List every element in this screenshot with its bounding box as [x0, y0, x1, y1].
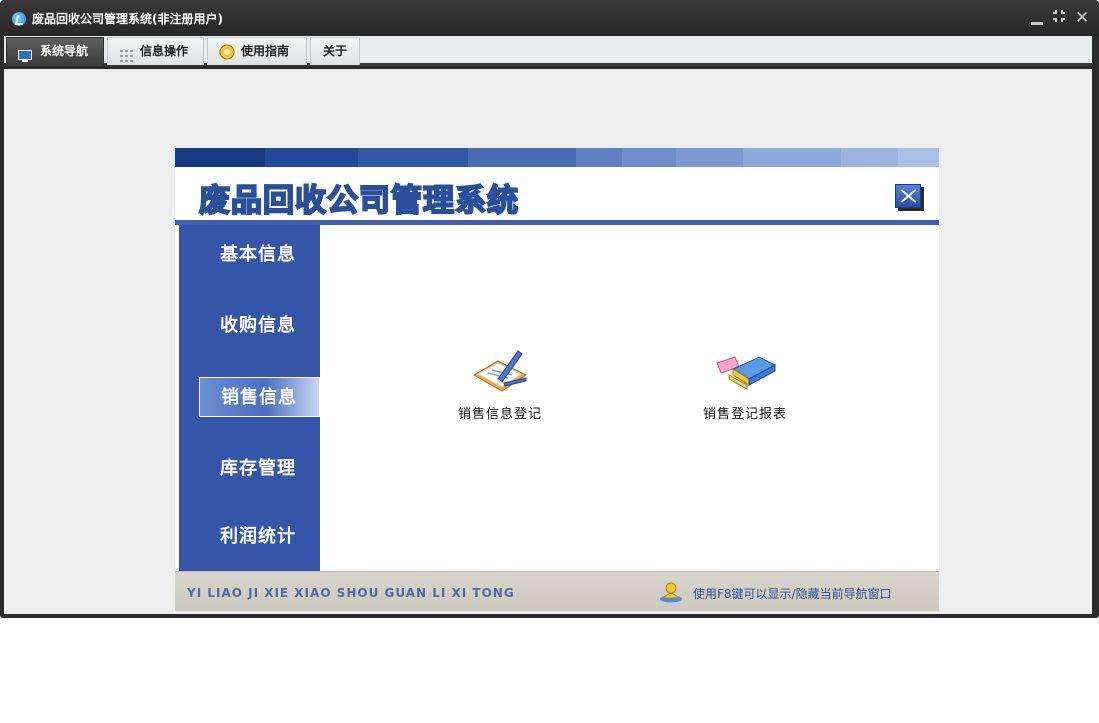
monitor-icon [18, 45, 32, 62]
tab-bar: 系统导航 信息操作 使用指南 关于 [4, 36, 1092, 66]
restore-icon[interactable] [1052, 8, 1068, 24]
user-icon [659, 581, 683, 603]
report-books-icon [713, 345, 777, 399]
sidebar-item-profit-stats[interactable]: 利润统计 [179, 517, 320, 557]
footer-hint-text: 使用F8键可以显示/隐藏当前导航窗口 [693, 587, 892, 601]
action-label: 销售登记报表 [702, 407, 787, 422]
tab-label: 使用指南 [241, 44, 290, 58]
navigation-panel: 废品回收公司管理系统 基本信息 收购信息 销售信息 库存管理 利润统计 销售信息… [175, 148, 939, 611]
close-icon[interactable]: ✕ [1075, 8, 1089, 28]
notepad-pencil-icon [468, 345, 532, 399]
sidebar-item-basic-info[interactable]: 基本信息 [179, 235, 320, 275]
title-bar[interactable]: 废品回收公司管理系统(非注册用户) ✕ [0, 0, 1099, 36]
sidebar-item-purchase-info[interactable]: 收购信息 [179, 306, 320, 346]
tab-info-ops[interactable]: 信息操作 [107, 37, 204, 65]
help-icon [219, 43, 235, 60]
sales-register-button[interactable]: 销售信息登记 [430, 345, 570, 422]
sidebar-item-inventory[interactable]: 库存管理 [179, 449, 320, 489]
tab-label: 关于 [323, 44, 348, 58]
tab-user-guide[interactable]: 使用指南 [207, 37, 307, 65]
window-title: 废品回收公司管理系统(非注册用户) [32, 12, 223, 26]
close-icon[interactable] [895, 184, 921, 208]
tab-about[interactable]: 关于 [310, 37, 360, 65]
tab-label: 系统导航 [40, 44, 89, 58]
sidebar-item-sales-info[interactable]: 销售信息 [199, 377, 320, 417]
grid-icon [120, 45, 134, 62]
sales-report-button[interactable]: 销售登记报表 [675, 345, 815, 422]
tab-label: 信息操作 [140, 44, 189, 58]
app-logo-icon [12, 12, 26, 26]
sidebar: 基本信息 收购信息 销售信息 库存管理 利润统计 [179, 225, 320, 571]
panel-title: 废品回收公司管理系统 [198, 182, 519, 220]
header-stripes [175, 148, 939, 167]
action-label: 销售信息登记 [457, 407, 542, 422]
tab-system-nav[interactable]: 系统导航 [6, 37, 104, 65]
panel-header: 废品回收公司管理系统 [175, 167, 939, 220]
footer-pinyin-text: YI LIAO JI XIE XIAO SHOU GUAN LI XI TONG [187, 586, 515, 600]
panel-footer: YI LIAO JI XIE XIAO SHOU GUAN LI XI TONG… [175, 571, 939, 611]
main-area: 销售信息登记 销售登记报表 [320, 225, 939, 571]
